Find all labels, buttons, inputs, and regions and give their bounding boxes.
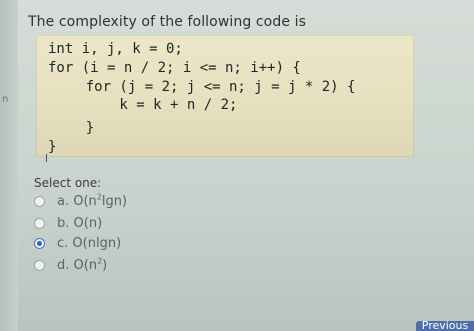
radio-button[interactable]: [34, 195, 45, 207]
option-c[interactable]: c. O(nlgn): [34, 234, 121, 252]
code-line: }: [48, 139, 57, 155]
option-d[interactable]: d. O(n2): [34, 256, 107, 274]
quiz-screen: n The complexity of the following code i…: [0, 0, 474, 331]
option-text: O(n): [73, 215, 103, 231]
option-label: a. O(n2lgn): [57, 193, 128, 209]
left-sidebar-text: n: [2, 94, 9, 105]
option-a[interactable]: a. O(n2lgn): [34, 192, 127, 210]
code-line: for (i = n / 2; i <= n; i++) {: [48, 60, 301, 76]
left-sidebar-edge: n: [0, 0, 18, 331]
radio-button[interactable]: [34, 217, 45, 229]
option-text: O(n: [73, 257, 98, 273]
option-suffix: lgn): [101, 193, 128, 209]
option-prefix: b.: [57, 215, 70, 231]
text-cursor-mark: [46, 154, 47, 162]
option-text: O(n: [73, 193, 97, 209]
radio-button[interactable]: [34, 259, 45, 271]
code-line: k = k + n / 2;: [52, 97, 238, 113]
option-prefix: c.: [57, 235, 69, 251]
radio-button-selected[interactable]: [34, 237, 45, 249]
option-suffix: ): [102, 257, 108, 273]
option-label: b. O(n): [57, 216, 102, 231]
select-one-label: Select one:: [34, 176, 102, 190]
previous-button[interactable]: Previous: [416, 321, 474, 331]
option-b[interactable]: b. O(n): [34, 214, 102, 232]
code-line: int i, j, k = 0;: [48, 41, 183, 57]
option-label: d. O(n2): [57, 257, 108, 273]
option-prefix: d.: [57, 257, 70, 273]
option-text: O(nlgn): [72, 235, 122, 251]
option-label: c. O(nlgn): [57, 236, 121, 251]
code-line: for (j = 2; j <= n; j = j * 2) {: [52, 79, 356, 95]
code-block: int i, j, k = 0; for (i = n / 2; i <= n;…: [36, 35, 414, 157]
option-prefix: a.: [57, 193, 70, 209]
code-line: }: [52, 120, 95, 136]
code-text: int i, j, k = 0; for (i = n / 2; i <= n;…: [36, 35, 355, 187]
question-text: The complexity of the following code is: [28, 14, 306, 30]
